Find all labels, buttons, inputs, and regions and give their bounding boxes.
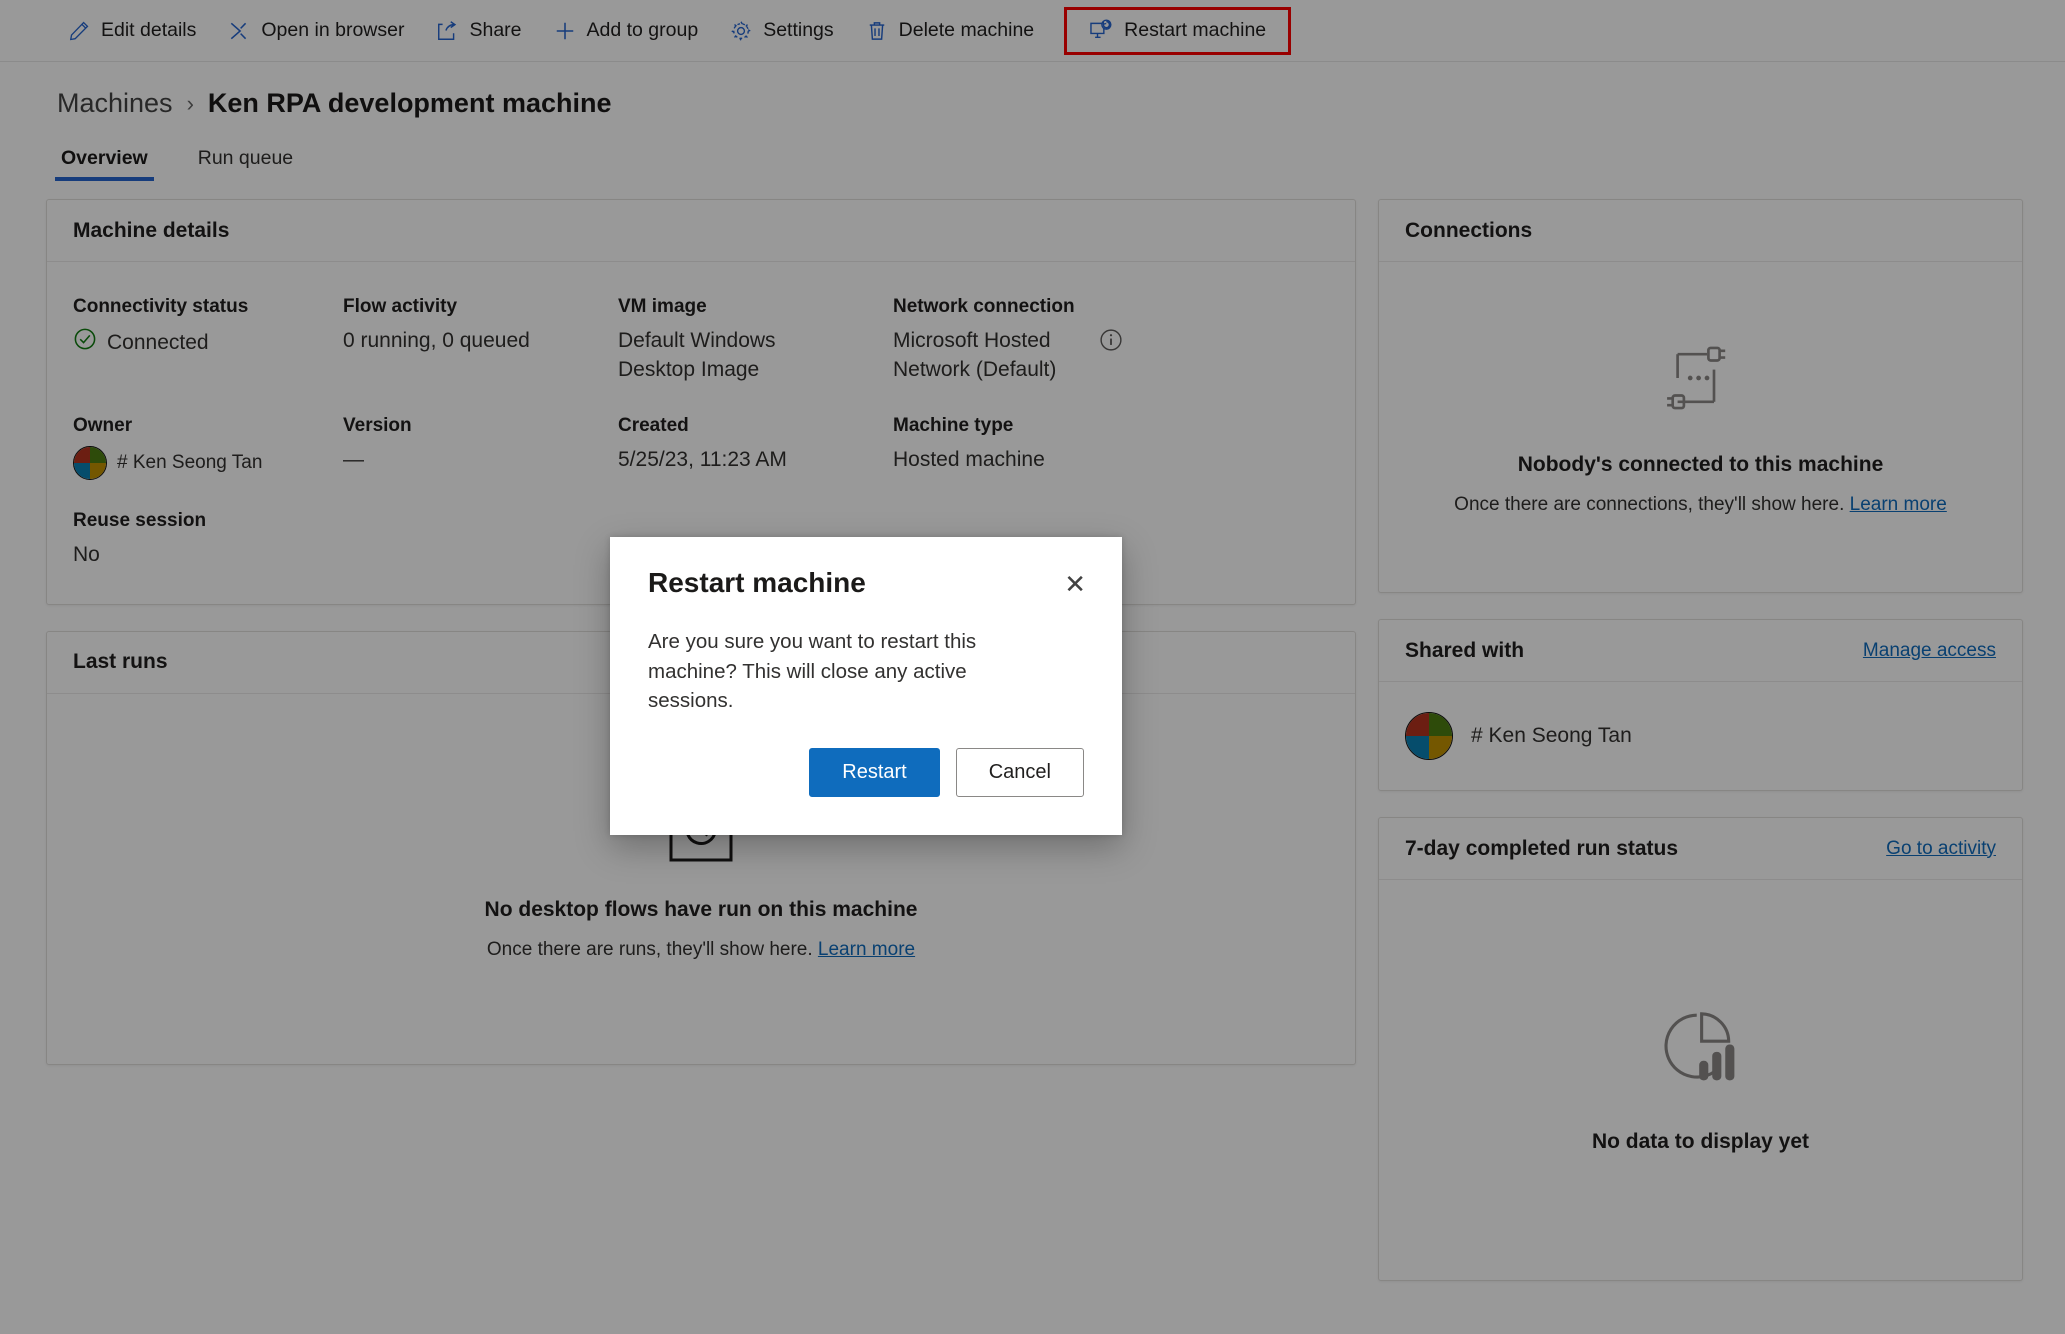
dialog-title: Restart machine: [648, 567, 866, 598]
close-icon[interactable]: ✕: [1056, 567, 1094, 601]
restart-confirm-button[interactable]: Restart: [809, 748, 940, 798]
dialog-header: Restart machine ✕: [610, 537, 1122, 601]
dialog-actions: Restart Cancel: [610, 716, 1122, 835]
cancel-button[interactable]: Cancel: [955, 748, 1084, 798]
restart-machine-dialog: Restart machine ✕ Are you sure you want …: [610, 537, 1122, 836]
dialog-body-text: Are you sure you want to restart this ma…: [648, 630, 977, 713]
